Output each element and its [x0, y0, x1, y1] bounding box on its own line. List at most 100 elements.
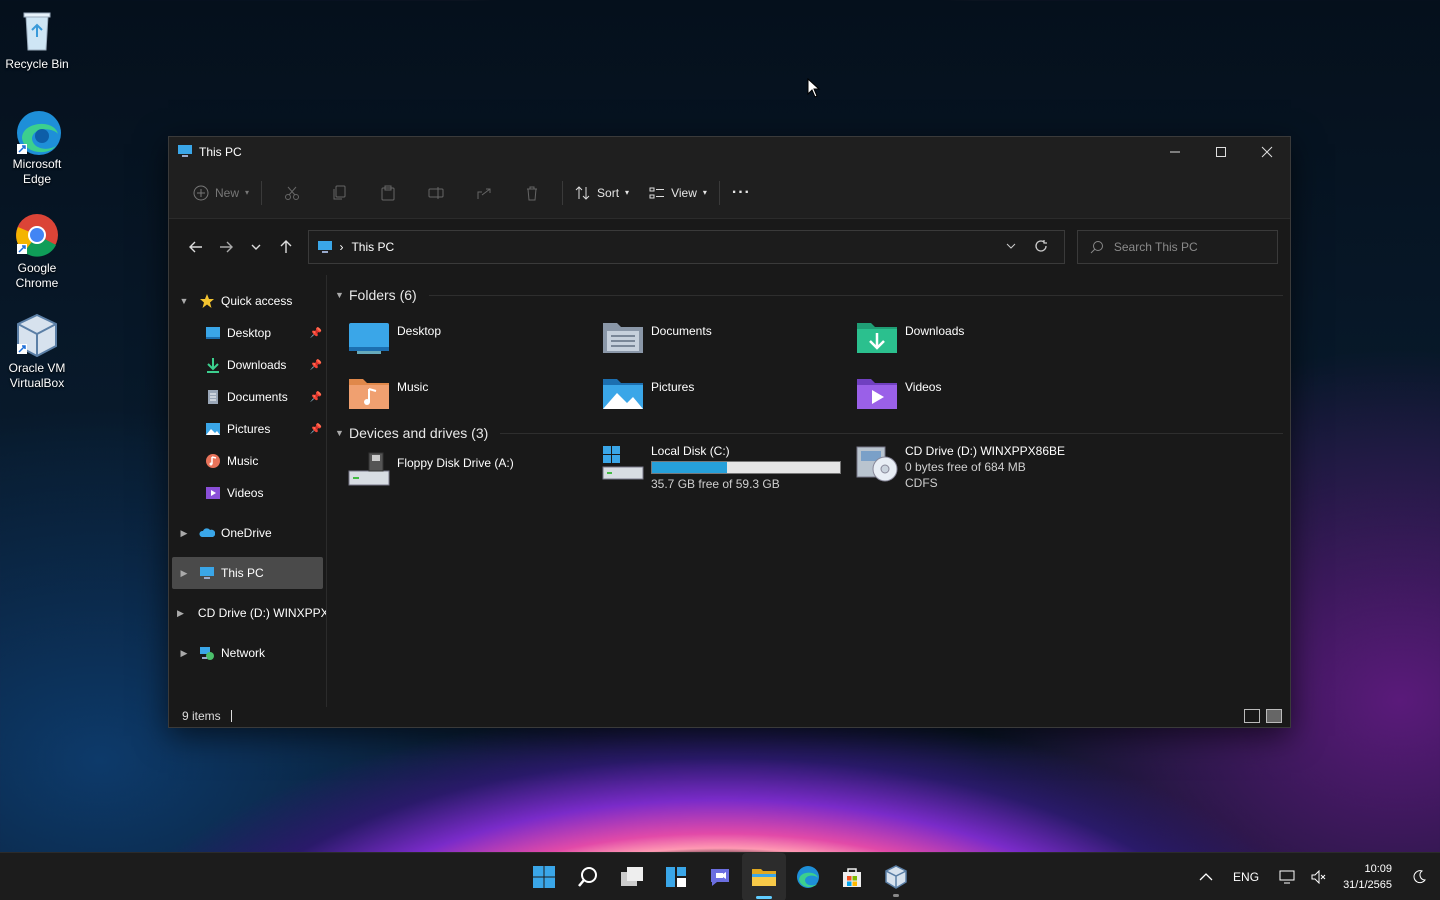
folder-tile-pictures[interactable]: Pictures	[601, 373, 851, 421]
toolbar-divider	[718, 180, 720, 205]
paste-button[interactable]	[364, 177, 412, 209]
desktop-icon-recycle-bin[interactable]: Recycle Bin	[4, 8, 70, 72]
forward-button[interactable]	[211, 232, 241, 262]
sort-button[interactable]: Sort ▾	[569, 177, 635, 209]
task-view-button[interactable]	[610, 853, 654, 900]
group-divider	[500, 432, 1283, 434]
chevron-right-icon[interactable]: ▶	[177, 648, 191, 659]
chevron-down-icon[interactable]: ▼	[335, 290, 349, 300]
drive-tile-local-disk[interactable]: Local Disk (C:) 35.7 GB free of 59.3 GB	[601, 443, 861, 499]
recycle-bin-icon	[14, 8, 60, 54]
language-indicator[interactable]: ENG	[1221, 870, 1271, 884]
sidebar-item-music[interactable]: Music	[169, 445, 326, 477]
clock[interactable]: 10:09 31/1/2565	[1335, 861, 1404, 893]
widgets-button[interactable]	[654, 853, 698, 900]
title-bar[interactable]: This PC	[169, 137, 1290, 167]
file-explorer-window[interactable]: This PC New ▾ Sort ▾ View ▾ ··· › This P…	[168, 136, 1291, 728]
breadcrumb-separator: ›	[339, 240, 344, 254]
notifications-button[interactable]	[1404, 870, 1440, 884]
desktop-icon-chrome[interactable]: Google Chrome	[4, 212, 70, 291]
music-icon	[206, 454, 220, 468]
start-button[interactable]	[522, 853, 566, 900]
view-label: View	[671, 185, 697, 200]
taskbar-search-button[interactable]	[566, 853, 610, 900]
sidebar-item-downloads[interactable]: Downloads 📌	[169, 349, 326, 381]
chevron-right-icon[interactable]: ▶	[177, 528, 191, 539]
more-options-button[interactable]: ···	[726, 177, 757, 209]
toolbar-divider	[562, 180, 564, 205]
maximize-button[interactable]	[1198, 137, 1244, 167]
folder-tile-documents[interactable]: Documents	[601, 317, 851, 365]
file-explorer-icon	[752, 869, 776, 886]
sidebar-item-this-pc[interactable]: ▶ This PC	[172, 557, 323, 589]
large-icons-view-icon[interactable]	[1266, 709, 1282, 723]
view-button[interactable]: View ▾	[643, 177, 713, 209]
sidebar-item-cd-drive[interactable]: ▶ CD Drive (D:) WINXPPX86BE	[169, 597, 326, 629]
floppy-drive-icon	[348, 452, 390, 486]
cut-button[interactable]	[268, 177, 316, 209]
share-icon	[477, 188, 491, 199]
breadcrumb[interactable]: This PC	[351, 240, 995, 254]
delete-button[interactable]	[508, 177, 556, 209]
sidebar-item-onedrive[interactable]: ▶ OneDrive	[169, 517, 326, 549]
search-input[interactable]	[1113, 240, 1264, 254]
sidebar-item-pictures[interactable]: Pictures 📌	[169, 413, 326, 445]
sidebar-item-network[interactable]: ▶ Network	[169, 637, 326, 669]
desktop-icon-edge[interactable]: Microsoft Edge	[4, 108, 70, 187]
address-dropdown-icon[interactable]	[996, 240, 1026, 255]
folders-group-header[interactable]: ▼ Folders (6)	[335, 287, 1283, 303]
folder-tile-videos[interactable]: Videos	[855, 373, 1105, 421]
back-button[interactable]	[181, 232, 211, 262]
network-status-button[interactable]	[1271, 870, 1303, 884]
close-button[interactable]	[1244, 137, 1290, 167]
show-hidden-icons-button[interactable]	[1191, 872, 1221, 882]
drives-group-header[interactable]: ▼ Devices and drives (3)	[335, 425, 1283, 441]
chevron-down-icon[interactable]: ▼	[335, 428, 349, 438]
chevron-right-icon[interactable]: ▶	[177, 568, 191, 579]
refresh-icon[interactable]	[1026, 239, 1056, 256]
sidebar-item-quick-access[interactable]: ▼ Quick access	[169, 285, 326, 317]
edge-taskbar-button[interactable]	[786, 853, 830, 900]
address-bar[interactable]: › This PC	[308, 230, 1065, 264]
folder-tile-downloads[interactable]: Downloads	[855, 317, 1105, 365]
sidebar-item-label: OneDrive	[221, 526, 272, 540]
up-button[interactable]	[271, 232, 301, 262]
file-explorer-taskbar-button[interactable]	[742, 853, 786, 900]
group-divider	[428, 294, 1283, 296]
sidebar-item-videos[interactable]: Videos	[169, 477, 326, 509]
chevron-right-icon[interactable]: ▶	[177, 608, 184, 619]
virtualbox-taskbar-button[interactable]	[874, 853, 918, 900]
documents-icon	[208, 390, 218, 404]
drive-tile-cd[interactable]: CD Drive (D:) WINXPPX86BE 0 bytes free o…	[855, 443, 1155, 499]
volume-button[interactable]	[1303, 870, 1335, 884]
new-button[interactable]: New ▾	[187, 177, 255, 209]
drive-tile-floppy[interactable]: Floppy Disk Drive (A:)	[347, 449, 597, 497]
search-box[interactable]	[1076, 230, 1279, 264]
rename-button[interactable]	[412, 177, 460, 209]
folder-tile-music[interactable]: Music	[347, 373, 597, 421]
this-pc-icon	[200, 567, 214, 579]
store-taskbar-button[interactable]	[830, 853, 874, 900]
navigation-bar: › This PC	[169, 219, 1290, 275]
virtualbox-icon	[885, 865, 907, 889]
recent-locations-button[interactable]	[241, 232, 271, 262]
network-icon	[200, 647, 214, 660]
copy-button[interactable]	[316, 177, 364, 209]
share-button[interactable]	[460, 177, 508, 209]
minimize-button[interactable]	[1152, 137, 1198, 167]
desktop-icon-virtualbox[interactable]: Oracle VM VirtualBox	[4, 312, 70, 391]
chat-button[interactable]	[698, 853, 742, 900]
sidebar-item-label: Network	[221, 646, 266, 660]
sidebar-item-documents[interactable]: Documents 📌	[169, 381, 326, 413]
folder-tile-desktop[interactable]: Desktop	[347, 317, 597, 365]
view-list-icon	[649, 187, 665, 198]
this-pc-icon	[318, 241, 333, 253]
pin-icon: 📌	[309, 327, 322, 339]
desktop-icon-label: Oracle VM VirtualBox	[8, 361, 66, 390]
chevron-down-icon[interactable]: ▼	[177, 296, 191, 306]
arrow-left-icon	[188, 241, 202, 253]
mouse-cursor-icon	[807, 77, 821, 101]
folder-label: Downloads	[905, 324, 965, 338]
details-view-icon[interactable]	[1244, 709, 1260, 723]
sidebar-item-desktop[interactable]: Desktop 📌	[169, 317, 326, 349]
